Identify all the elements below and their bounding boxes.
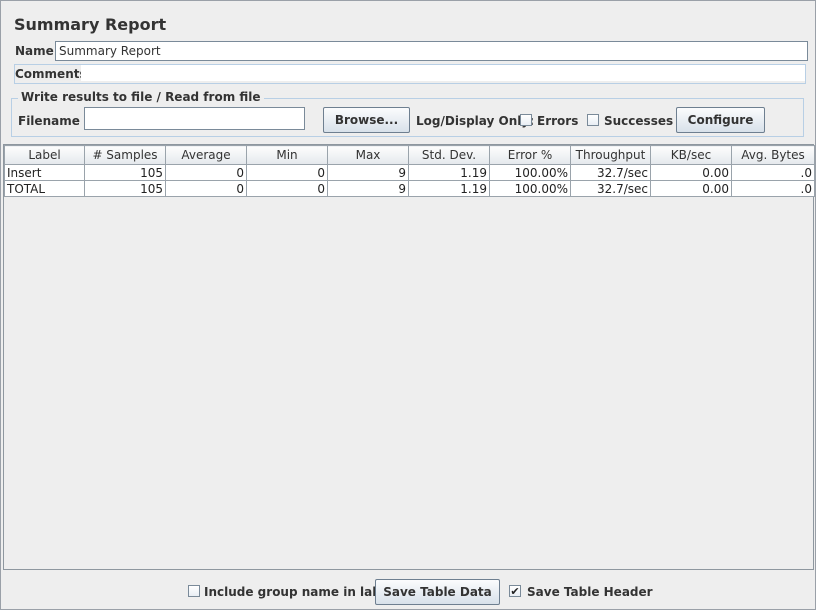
successes-label[interactable]: Successes [604,114,673,128]
column-header-kb-sec[interactable]: KB/sec [650,145,732,165]
column-header-throughput[interactable]: Throughput [570,145,651,165]
comments-row: Comments: [14,64,806,84]
table-cell: .0 [731,164,815,181]
column-header-min[interactable]: Min [246,145,328,165]
table-cell: 1.19 [408,180,490,197]
filename-label: Filename [18,114,80,128]
results-table: Label # Samples Average Min Max Std. Dev… [4,145,815,197]
table-cell: 1.19 [408,164,490,181]
column-header-error-pct[interactable]: Error % [489,145,571,165]
column-header-label[interactable]: Label [4,145,85,165]
table-cell: 32.7/sec [570,164,651,181]
log-display-label: Log/Display Only: [416,114,534,128]
results-table-container[interactable]: Label # Samples Average Min Max Std. Dev… [3,144,815,570]
configure-button[interactable]: Configure [676,107,765,133]
table-cell: 105 [84,164,166,181]
table-row[interactable]: Insert 105 0 0 9 1.19 100.00% 32.7/sec 0… [4,164,815,181]
comments-input[interactable] [81,65,805,81]
table-header-row: Label # Samples Average Min Max Std. Dev… [4,145,815,165]
column-header-samples[interactable]: # Samples [84,145,166,165]
errors-label[interactable]: Errors [537,114,578,128]
column-header-average[interactable]: Average [165,145,247,165]
column-header-std-dev[interactable]: Std. Dev. [408,145,490,165]
table-cell: 105 [84,180,166,197]
table-cell: 100.00% [489,164,571,181]
table-cell: 0.00 [650,180,732,197]
save-header-label[interactable]: Save Table Header [527,585,653,599]
table-cell: 100.00% [489,180,571,197]
table-cell: 32.7/sec [570,180,651,197]
comments-label: Comments: [15,67,92,81]
file-section-legend: Write results to file / Read from file [18,90,264,104]
browse-button[interactable]: Browse... [323,107,410,133]
include-group-checkbox[interactable] [188,585,200,597]
summary-report-panel: Summary Report Name: Summary Report Comm… [0,0,816,610]
name-row: Name: Summary Report [14,41,808,61]
successes-checkbox[interactable] [587,114,599,126]
table-cell: 0.00 [650,164,732,181]
table-row[interactable]: TOTAL 105 0 0 9 1.19 100.00% 32.7/sec 0.… [4,180,815,197]
table-cell: .0 [731,180,815,197]
page-title: Summary Report [14,15,167,34]
filename-input[interactable] [84,107,305,130]
table-cell: Insert [4,164,85,181]
table-cell: TOTAL [4,180,85,197]
table-cell: 9 [327,180,409,197]
save-table-data-button[interactable]: Save Table Data [375,579,500,605]
column-header-max[interactable]: Max [327,145,409,165]
table-cell: 0 [246,164,328,181]
table-cell: 0 [165,180,247,197]
table-cell: 0 [165,164,247,181]
name-label: Name: [15,44,59,58]
save-header-checkbox[interactable]: ✔ [509,585,521,597]
table-cell: 0 [246,180,328,197]
column-header-avg-bytes[interactable]: Avg. Bytes [731,145,815,165]
include-group-label[interactable]: Include group name in label? [204,585,400,599]
name-input[interactable]: Summary Report [55,41,808,61]
errors-checkbox[interactable] [520,114,532,126]
table-cell: 9 [327,164,409,181]
